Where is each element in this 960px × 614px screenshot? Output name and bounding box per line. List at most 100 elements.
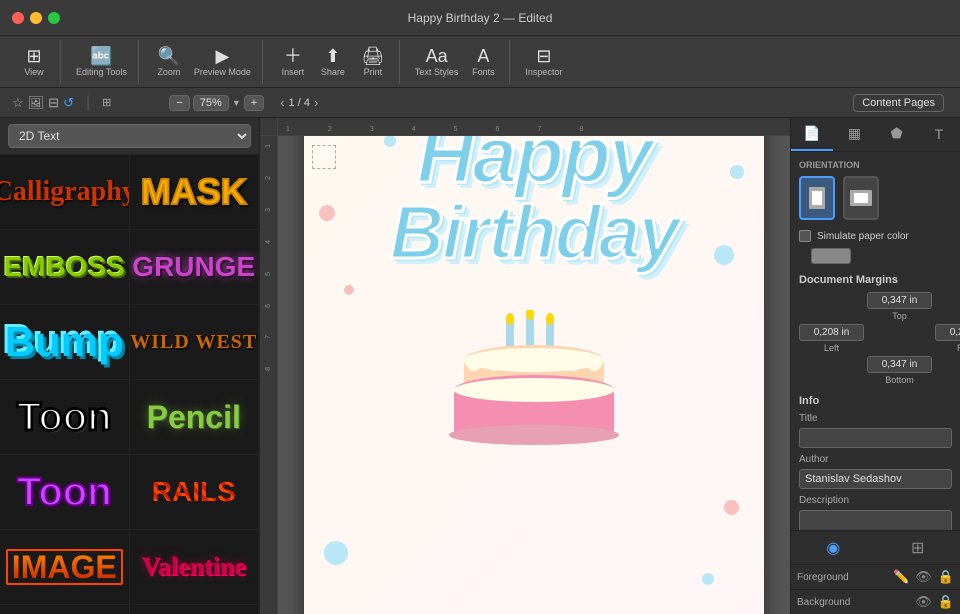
print-button[interactable]: 🖨 Print <box>353 42 393 82</box>
inspector-button[interactable]: ⊟ Inspector <box>520 42 567 82</box>
style-item-emboss[interactable]: EMBOSS <box>0 230 130 305</box>
style-label-wildwest: WILD WEST <box>130 332 257 352</box>
canvas-scroll[interactable]: Happy Birthday <box>278 136 790 614</box>
grid-icon[interactable]: ⊞ <box>102 96 111 109</box>
paper-color-swatch[interactable] <box>811 248 851 264</box>
zoom-icon: 🔍 <box>158 47 180 65</box>
text-styles-button[interactable]: Aa Text Styles <box>410 42 464 82</box>
style-item-valentine[interactable]: Valentine <box>130 530 260 605</box>
portrait-icon <box>809 187 825 209</box>
portrait-option[interactable] <box>799 176 835 220</box>
description-input[interactable] <box>799 510 952 530</box>
fonts-button[interactable]: A Fonts <box>463 42 503 82</box>
style-type-select[interactable]: 2D Text <box>8 124 251 148</box>
ruler-horizontal: 1 2 3 4 5 6 7 8 <box>278 118 790 136</box>
orientation-label: Orientation <box>799 160 952 170</box>
maximize-button[interactable] <box>48 12 60 24</box>
minimize-button[interactable] <box>30 12 42 24</box>
happy-text-container: Happy <box>417 136 652 195</box>
toolbar-icon-3[interactable]: ⊟ <box>48 95 59 111</box>
toolbar-icon-4[interactable]: ↺ <box>63 95 74 111</box>
toolbar-group-insert: ＋ Insert ⬆ Share 🖨 Print <box>267 40 400 84</box>
style-grid: Calligraphy MASK EMBOSS GRUNGE Bump WILD… <box>0 155 259 614</box>
page-indicator: 1 / 4 <box>289 97 310 109</box>
close-button[interactable] <box>12 12 24 24</box>
background-lock-icon[interactable]: 🔒 <box>938 594 954 610</box>
bottom-tab-grid[interactable]: ⊞ <box>876 531 960 564</box>
view-button[interactable]: ⊞ View <box>14 42 54 82</box>
title-input[interactable] <box>799 428 952 448</box>
toolbar-icon-1[interactable]: ☆ <box>12 95 24 111</box>
author-input[interactable] <box>799 469 952 489</box>
prev-page-button[interactable]: ‹ <box>280 95 284 110</box>
canvas-area: 1 2 3 4 5 6 7 8 1 2 3 4 5 6 7 8 <box>260 118 790 614</box>
foreground-label: Foreground <box>797 572 849 583</box>
author-field-label: Author <box>799 454 952 465</box>
right-margin-input[interactable] <box>935 324 960 341</box>
left-margin-input[interactable] <box>799 324 864 341</box>
style-item-rails[interactable]: RAILS <box>130 455 260 530</box>
toolbar-icon-2[interactable]: 🖼 <box>28 95 45 111</box>
insert-button[interactable]: ＋ Insert <box>273 42 313 82</box>
landscape-icon <box>850 190 872 206</box>
top-margin-input[interactable] <box>867 292 932 309</box>
info-label: Info <box>799 395 952 407</box>
dot-2 <box>384 136 396 147</box>
zoom-value[interactable]: 75% <box>193 95 229 111</box>
left-margin-group: Left <box>799 324 864 353</box>
author-info-row: Author <box>799 454 952 489</box>
h-ruler-ticks: 1 2 3 4 5 6 7 8 <box>278 118 621 135</box>
toolbar-group-text: Aa Text Styles A Fonts <box>404 40 511 84</box>
inspector-tab-document[interactable]: 📄 <box>791 118 833 151</box>
style-item-calligraphy[interactable]: Calligraphy <box>0 155 130 230</box>
inspector-bottom-tabs: ◉ ⊞ <box>791 530 960 564</box>
foreground-lock-icon[interactable]: 🔒 <box>938 569 954 585</box>
page-canvas-inner: Happy Birthday <box>304 136 764 614</box>
portrait-page <box>812 191 822 205</box>
margins-section: Document Margins Top Left <box>799 274 952 385</box>
style-item-bump[interactable]: Bump <box>0 305 130 380</box>
content-pages-button[interactable]: Content Pages <box>853 94 944 112</box>
main-toolbar: ⊞ View 🔤 Editing Tools 🔍 Zoom ▶ Preview … <box>0 36 960 88</box>
style-label-emboss: EMBOSS <box>4 253 125 281</box>
bottom-label: Bottom <box>885 375 914 385</box>
style-item-football[interactable]: FOOTBALL <box>130 605 260 614</box>
landscape-option[interactable] <box>843 176 879 220</box>
inspector-tab-layout[interactable]: ▦ <box>833 118 875 151</box>
fonts-icon: A <box>477 47 489 65</box>
foreground-visibility-icon[interactable]: 👁 <box>915 569 932 585</box>
zoom-in-button[interactable]: + <box>244 95 264 111</box>
share-button[interactable]: ⬆ Share <box>313 42 353 82</box>
orientation-options <box>799 176 952 220</box>
bottom-tab-layers[interactable]: ◉ <box>791 531 876 564</box>
page-canvas[interactable]: Happy Birthday <box>304 136 764 614</box>
style-item-mask[interactable]: MASK <box>130 155 260 230</box>
simulate-paper-label: Simulate paper color <box>817 231 909 242</box>
inspector-tab-text[interactable]: T <box>918 118 960 151</box>
next-page-button[interactable]: › <box>314 95 318 110</box>
inspector-tab-shape[interactable]: ⬟ <box>876 118 918 151</box>
simulate-paper-row: Simulate paper color <box>799 230 952 242</box>
foreground-edit-icon[interactable]: ✏️ <box>893 569 909 585</box>
zoom-group: − 75% ▼ + <box>169 95 264 111</box>
style-item-wildwest[interactable]: WILD WEST <box>130 305 260 380</box>
style-item-toon1[interactable]: Toon <box>0 380 130 455</box>
simulate-paper-checkbox[interactable] <box>799 230 811 242</box>
style-item-grunge[interactable]: GRUNGE <box>130 230 260 305</box>
bottom-margin-input[interactable] <box>867 356 932 373</box>
toolbar-group-zoom: 🔍 Zoom ▶ Preview Mode <box>143 40 263 84</box>
editing-tools-button[interactable]: 🔤 Editing Tools <box>71 42 132 82</box>
margins-label: Document Margins <box>799 274 952 286</box>
preview-icon: ▶ <box>215 47 229 65</box>
style-label-toon1: Toon <box>17 397 112 437</box>
style-item-zombie[interactable]: Zombie <box>0 605 130 614</box>
style-label-rails: RAILS <box>152 478 236 506</box>
titlebar: Happy Birthday 2 — Edited <box>0 0 960 36</box>
style-item-toon2[interactable]: Toon <box>0 455 130 530</box>
background-visibility-icon[interactable]: 👁 <box>915 594 932 610</box>
zoom-out-button[interactable]: − <box>169 95 189 111</box>
zoom-button[interactable]: 🔍 Zoom <box>149 42 189 82</box>
preview-button[interactable]: ▶ Preview Mode <box>189 42 256 82</box>
style-item-image[interactable]: IMAGE <box>0 530 130 605</box>
style-item-pencil[interactable]: Pencil <box>130 380 260 455</box>
